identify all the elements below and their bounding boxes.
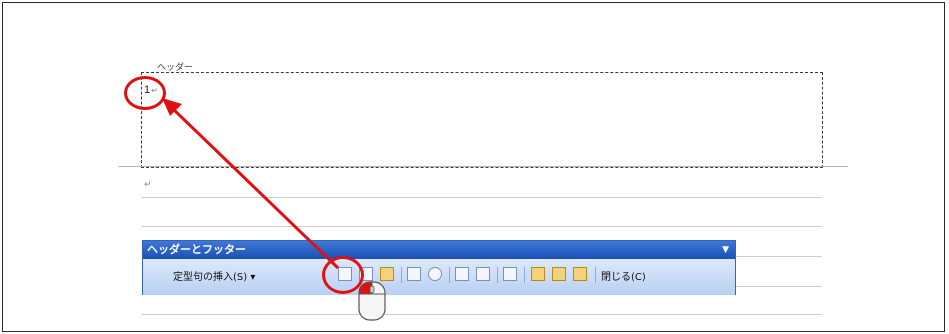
annotation-arrow-line xyxy=(170,106,340,270)
mouse-click-icon xyxy=(358,281,386,321)
annotation-circle-page-number xyxy=(124,76,166,110)
annotation-arrow xyxy=(162,98,340,270)
